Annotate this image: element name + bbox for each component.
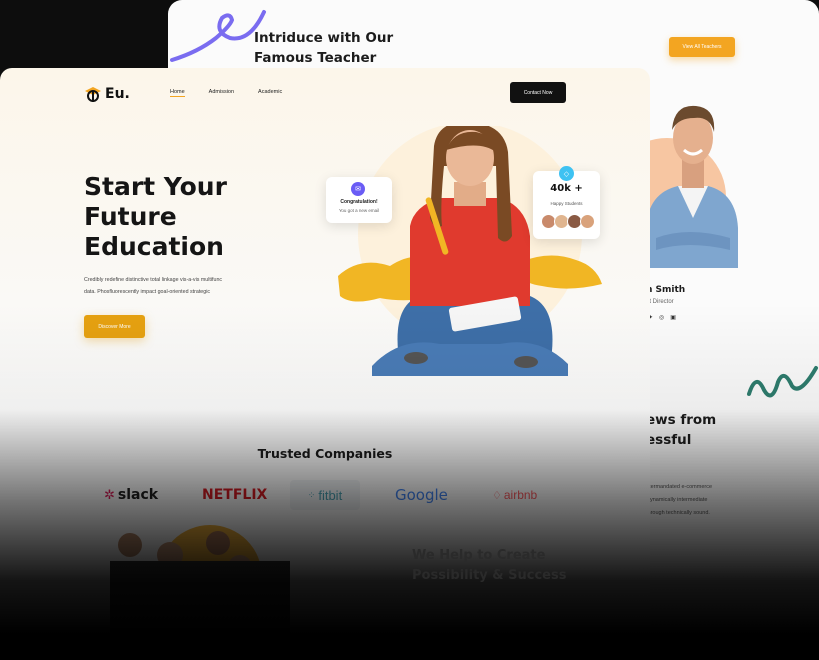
teachers-heading-line2: Famous Teacher	[254, 50, 377, 66]
diamond-icon: ◇	[559, 166, 574, 181]
students-group-photo	[110, 525, 290, 660]
purple-squiggle-decoration	[170, 10, 266, 62]
hero-title-line3: Education	[84, 232, 224, 261]
help-create-heading: We Help to Create Possibility & Success	[412, 546, 566, 586]
fitbit-icon: ⁘	[307, 489, 316, 500]
hero-student-illustration	[338, 126, 602, 376]
hero-description-line1: Credibly redefine distinctive total link…	[84, 277, 223, 283]
help-create-heading-line1: We Help to Create	[412, 548, 546, 563]
slack-logo[interactable]: ✲ slack	[104, 480, 158, 510]
hero-description-line2: data. Phosfluorescently impact goal-orie…	[84, 289, 211, 295]
linkedin-icon[interactable]: ▣	[670, 314, 676, 321]
students-count: 40k +	[550, 183, 583, 194]
success-paragraph-line1: ntermandated e-commerce	[646, 484, 713, 490]
contact-now-button[interactable]: Contact Now	[510, 82, 566, 103]
airbnb-name: airbnb	[503, 488, 538, 502]
logo-text: Eu.	[105, 86, 130, 102]
mail-icon: ✉	[351, 182, 365, 196]
teal-squiggle-decoration	[747, 366, 818, 398]
airbnb-icon: ♢	[492, 489, 502, 502]
students-label: Happy Students	[550, 201, 583, 206]
congratulation-card: ✉ Congratulation! You got a new email	[326, 177, 392, 223]
student-avatars	[541, 214, 595, 229]
fitbit-name: fitbit	[318, 487, 343, 503]
google-logo[interactable]: Google	[395, 480, 448, 510]
hero-title: Start Your Future Education	[84, 172, 284, 262]
google-name: Google	[395, 486, 448, 504]
success-paragraph-line3: through technically sound.	[646, 510, 710, 516]
nav-home[interactable]: Home	[170, 89, 185, 97]
view-all-teachers-button[interactable]: View All Teachers	[669, 37, 735, 57]
success-heading: ews from essful	[646, 410, 716, 450]
congratulation-subtitle: You got a new email	[338, 208, 380, 213]
instagram-icon[interactable]: ◎	[659, 314, 664, 321]
hero-title-line2: Future	[84, 202, 177, 231]
site-logo[interactable]: Eu.	[84, 85, 130, 103]
teacher-social-links: ✦ ◎ ▣	[648, 314, 676, 321]
graduation-cap-icon	[85, 87, 101, 102]
teachers-heading-line1: Intriduce with Our	[254, 30, 394, 46]
hero-description: Credibly redefine distinctive total link…	[84, 274, 264, 298]
main-nav: Home Admission Academic	[170, 89, 282, 97]
congratulation-title: Congratulation!	[340, 199, 378, 205]
success-heading-line1: ews from	[646, 412, 717, 428]
netflix-name: NETFLIX	[202, 487, 268, 503]
happy-students-card: ◇ 40k + Happy Students	[533, 166, 600, 239]
success-paragraph-line2: Dynamically intermediate	[646, 497, 708, 503]
success-heading-line2: essful	[646, 432, 692, 448]
netflix-logo[interactable]: NETFLIX	[202, 480, 267, 510]
airbnb-logo[interactable]: ♢ airbnb	[492, 480, 537, 510]
teachers-heading: Intriduce with Our Famous Teacher	[254, 28, 434, 68]
slack-icon: ✲	[104, 487, 115, 502]
slack-name: slack	[117, 487, 159, 503]
showcase: Intriduce with Our Famous Teacher View A…	[0, 0, 819, 660]
discover-more-button[interactable]: Discover More	[84, 315, 145, 338]
trusted-companies-heading: Trusted Companies	[257, 446, 393, 461]
teacher-role: nt Director	[646, 299, 674, 305]
fitbit-logo[interactable]: ⁘ fitbit	[290, 480, 360, 510]
teacher-photo	[646, 105, 738, 268]
nav-admission[interactable]: Admission	[209, 89, 234, 97]
help-create-heading-line2: Possibility & Success	[412, 568, 567, 583]
teacher-name: n Smith	[646, 285, 686, 295]
success-paragraph: ntermandated e-commerce Dynamically inte…	[646, 481, 756, 520]
hero-title-line1: Start Your	[84, 172, 227, 201]
avatar	[580, 214, 595, 229]
nav-academic[interactable]: Academic	[258, 89, 282, 97]
